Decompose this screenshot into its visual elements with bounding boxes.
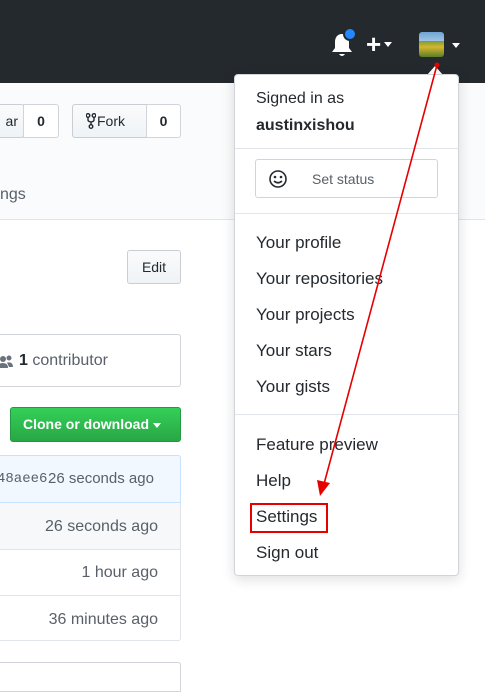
annotation-arrow xyxy=(317,62,440,496)
